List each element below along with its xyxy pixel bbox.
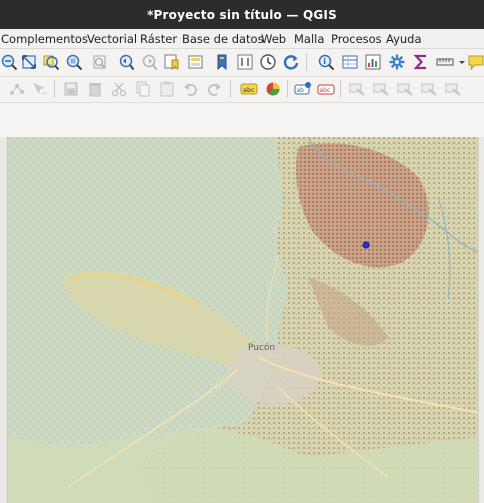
zoom-native-icon[interactable]	[91, 53, 109, 71]
zoom-to-selection-icon[interactable]	[42, 53, 60, 71]
statistics-icon[interactable]	[364, 53, 382, 71]
menu-vectorial[interactable]: Vectorial	[87, 32, 137, 46]
delete-feature-icon[interactable]	[86, 80, 104, 98]
toolbar-strip	[0, 103, 484, 138]
menu-base-de-datos[interactable]: Base de datos	[182, 32, 264, 46]
svg-text:abc: abc	[243, 86, 255, 94]
menu-complementos[interactable]: Complementos	[1, 32, 88, 46]
menu-malla[interactable]: Malla	[294, 32, 324, 46]
move-feature-icon[interactable]	[30, 80, 48, 98]
layers-panel-edge[interactable]	[0, 137, 8, 503]
show-bookmarks-icon[interactable]	[187, 53, 205, 71]
label-rotate-2-icon[interactable]	[444, 80, 462, 98]
temporal-controller-icon[interactable]	[236, 53, 254, 71]
map-navigation-toolbar: i	[0, 49, 484, 77]
cut-feature-icon[interactable]	[110, 80, 128, 98]
svg-text:ab: ab	[297, 87, 305, 94]
zoom-next-icon[interactable]	[140, 53, 158, 71]
label-move-icon[interactable]	[396, 80, 414, 98]
node-tool-icon[interactable]	[8, 80, 26, 98]
toolbar-separator	[340, 80, 341, 98]
map-render	[8, 137, 478, 503]
menu-raster[interactable]: Ráster	[140, 32, 177, 46]
label-change-icon[interactable]	[348, 80, 366, 98]
menu-web[interactable]: Web	[261, 32, 286, 46]
undo-icon[interactable]	[182, 80, 200, 98]
clock-icon[interactable]	[259, 53, 277, 71]
zoom-out-icon[interactable]	[0, 53, 18, 71]
label-move-2-icon[interactable]	[420, 80, 438, 98]
toolbar-separator	[54, 80, 55, 98]
editing-toolbar: abc ab abc	[0, 77, 484, 103]
zoom-to-layer-icon[interactable]	[65, 53, 83, 71]
map-canvas[interactable]: Pucón	[8, 137, 478, 503]
copy-feature-icon[interactable]	[134, 80, 152, 98]
new-bookmark-icon[interactable]	[163, 53, 181, 71]
diagram-icon[interactable]	[264, 80, 282, 98]
measure-icon[interactable]	[436, 53, 454, 71]
redo-icon[interactable]	[205, 80, 223, 98]
menu-procesos[interactable]: Procesos	[331, 32, 382, 46]
menu-bar: Complementos Vectorial Ráster Base de da…	[0, 29, 484, 49]
window-title: *Proyecto sin título — QGIS	[147, 8, 337, 22]
label-rotate-icon[interactable]: abc	[317, 80, 335, 98]
right-panel-edge[interactable]	[478, 137, 484, 503]
toolbar-separator	[230, 80, 231, 98]
place-label-pucon: Pucón	[248, 343, 276, 353]
attribute-table-icon[interactable]	[341, 53, 359, 71]
label-pin-icon[interactable]: ab	[294, 80, 312, 98]
spatial-bookmark-icon[interactable]	[213, 53, 231, 71]
dropdown-arrow-icon[interactable]	[458, 53, 466, 71]
toolbar-separator	[287, 80, 288, 98]
label-show-icon[interactable]	[372, 80, 390, 98]
paste-feature-icon[interactable]	[158, 80, 176, 98]
save-edits-icon[interactable]	[62, 80, 80, 98]
svg-text:abc: abc	[320, 87, 331, 94]
window-titlebar: *Proyecto sin título — QGIS	[0, 0, 484, 29]
label-abc-icon[interactable]: abc	[240, 80, 258, 98]
toolbar-separator	[306, 53, 307, 71]
refresh-icon[interactable]	[282, 53, 300, 71]
annotation-icon[interactable]	[467, 53, 484, 71]
svg-text:i: i	[323, 57, 326, 66]
identify-icon[interactable]: i	[317, 53, 335, 71]
zoom-full-icon[interactable]	[20, 53, 38, 71]
settings-icon[interactable]	[388, 53, 406, 71]
menu-ayuda[interactable]: Ayuda	[386, 32, 422, 46]
sum-icon[interactable]	[412, 53, 430, 71]
zoom-last-icon[interactable]	[117, 53, 135, 71]
